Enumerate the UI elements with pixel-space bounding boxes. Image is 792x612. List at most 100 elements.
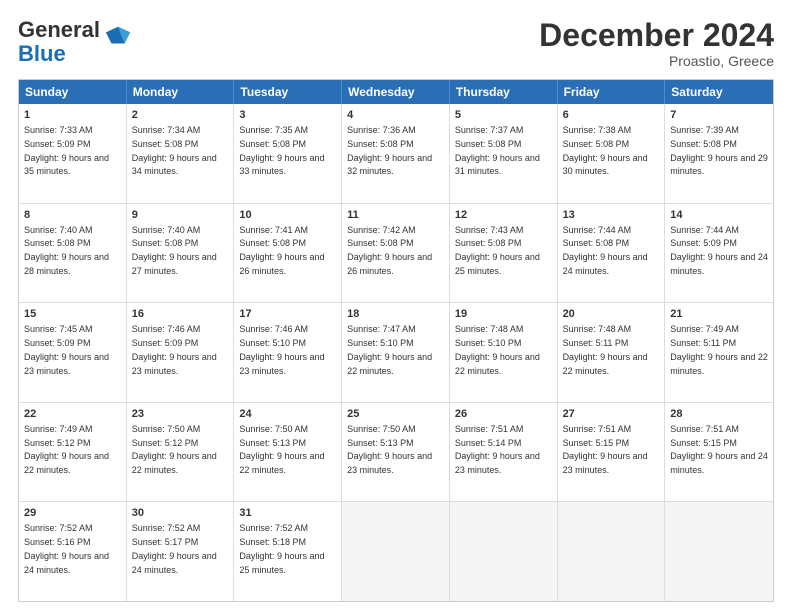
day-info: Sunrise: 7:51 AMSunset: 5:15 PMDaylight:…: [563, 424, 648, 475]
day-number: 21: [670, 307, 768, 322]
day-number: 6: [563, 108, 660, 123]
day-cell-10: 10 Sunrise: 7:41 AMSunset: 5:08 PMDayligh…: [234, 204, 342, 303]
day-cell-5: 5 Sunrise: 7:37 AMSunset: 5:08 PMDaylight…: [450, 104, 558, 203]
day-cell-21: 21 Sunrise: 7:49 AMSunset: 5:11 PMDayligh…: [665, 303, 773, 402]
day-info: Sunrise: 7:40 AMSunset: 5:08 PMDaylight:…: [132, 225, 217, 276]
day-info: Sunrise: 7:48 AMSunset: 5:11 PMDaylight:…: [563, 324, 648, 375]
day-number: 15: [24, 307, 121, 322]
day-info: Sunrise: 7:48 AMSunset: 5:10 PMDaylight:…: [455, 324, 540, 375]
day-cell-6: 6 Sunrise: 7:38 AMSunset: 5:08 PMDaylight…: [558, 104, 666, 203]
day-info: Sunrise: 7:46 AMSunset: 5:10 PMDaylight:…: [239, 324, 324, 375]
day-cell-18: 18Sunrise: 7:47 AMSunset: 5:10 PMDayligh…: [342, 303, 450, 402]
day-cell-25: 25Sunrise: 7:50 AMSunset: 5:13 PMDayligh…: [342, 403, 450, 502]
day-cell-27: 27 Sunrise: 7:51 AMSunset: 5:15 PMDayligh…: [558, 403, 666, 502]
day-number: 14: [670, 208, 768, 223]
day-cell-11: 11Sunrise: 7:42 AMSunset: 5:08 PMDayligh…: [342, 204, 450, 303]
header-day-saturday: Saturday: [665, 80, 773, 104]
day-info: Sunrise: 7:46 AMSunset: 5:09 PMDaylight:…: [132, 324, 217, 375]
day-number: 20: [563, 307, 660, 322]
day-cell-8: 8 Sunrise: 7:40 AMSunset: 5:08 PMDaylight…: [19, 204, 127, 303]
day-cell-30: 30Sunrise: 7:52 AMSunset: 5:17 PMDayligh…: [127, 502, 235, 601]
day-cell-3: 3Sunrise: 7:35 AMSunset: 5:08 PMDaylight…: [234, 104, 342, 203]
day-info: Sunrise: 7:43 AMSunset: 5:08 PMDaylight:…: [455, 225, 540, 276]
day-cell-13: 13 Sunrise: 7:44 AMSunset: 5:08 PMDayligh…: [558, 204, 666, 303]
day-cell-22: 22 Sunrise: 7:49 AMSunset: 5:12 PMDayligh…: [19, 403, 127, 502]
header-day-thursday: Thursday: [450, 80, 558, 104]
day-info: Sunrise: 7:39 AMSunset: 5:08 PMDaylight:…: [670, 125, 768, 176]
day-cell-2: 2Sunrise: 7:34 AMSunset: 5:08 PMDaylight…: [127, 104, 235, 203]
empty-cell: [665, 502, 773, 601]
day-number: 9: [132, 208, 229, 223]
calendar-header: SundayMondayTuesdayWednesdayThursdayFrid…: [19, 80, 773, 104]
day-cell-1: 1Sunrise: 7:33 AMSunset: 5:09 PMDaylight…: [19, 104, 127, 203]
title-area: December 2024 Proastio, Greece: [539, 18, 774, 69]
day-number: 31: [239, 506, 336, 521]
day-info: Sunrise: 7:41 AMSunset: 5:08 PMDaylight:…: [239, 225, 324, 276]
day-cell-16: 16Sunrise: 7:46 AMSunset: 5:09 PMDayligh…: [127, 303, 235, 402]
day-info: Sunrise: 7:49 AMSunset: 5:11 PMDaylight:…: [670, 324, 768, 375]
day-cell-4: 4Sunrise: 7:36 AMSunset: 5:08 PMDaylight…: [342, 104, 450, 203]
day-number: 1: [24, 108, 121, 123]
day-info: Sunrise: 7:47 AMSunset: 5:10 PMDaylight:…: [347, 324, 432, 375]
day-cell-19: 19 Sunrise: 7:48 AMSunset: 5:10 PMDayligh…: [450, 303, 558, 402]
logo: GeneralBlue: [18, 18, 132, 66]
day-number: 24: [239, 407, 336, 422]
day-info: Sunrise: 7:45 AMSunset: 5:09 PMDaylight:…: [24, 324, 109, 375]
day-cell-17: 17Sunrise: 7:46 AMSunset: 5:10 PMDayligh…: [234, 303, 342, 402]
calendar-row-1: 1Sunrise: 7:33 AMSunset: 5:09 PMDaylight…: [19, 104, 773, 204]
day-number: 4: [347, 108, 444, 123]
empty-cell: [342, 502, 450, 601]
day-info: Sunrise: 7:50 AMSunset: 5:13 PMDaylight:…: [239, 424, 324, 475]
day-number: 25: [347, 407, 444, 422]
day-number: 12: [455, 208, 552, 223]
calendar-row-3: 15 Sunrise: 7:45 AMSunset: 5:09 PMDayligh…: [19, 303, 773, 403]
day-cell-26: 26 Sunrise: 7:51 AMSunset: 5:14 PMDayligh…: [450, 403, 558, 502]
day-cell-31: 31 Sunrise: 7:52 AMSunset: 5:18 PMDayligh…: [234, 502, 342, 601]
calendar-row-2: 8 Sunrise: 7:40 AMSunset: 5:08 PMDaylight…: [19, 204, 773, 304]
day-number: 13: [563, 208, 660, 223]
day-number: 27: [563, 407, 660, 422]
day-number: 22: [24, 407, 121, 422]
empty-cell: [558, 502, 666, 601]
month-title: December 2024: [539, 18, 774, 53]
header-day-wednesday: Wednesday: [342, 80, 450, 104]
day-number: 19: [455, 307, 552, 322]
day-info: Sunrise: 7:52 AMSunset: 5:17 PMDaylight:…: [132, 523, 217, 574]
day-info: Sunrise: 7:40 AMSunset: 5:08 PMDaylight:…: [24, 225, 109, 276]
calendar-row-4: 22 Sunrise: 7:49 AMSunset: 5:12 PMDayligh…: [19, 403, 773, 503]
location: Proastio, Greece: [539, 53, 774, 69]
day-info: Sunrise: 7:38 AMSunset: 5:08 PMDaylight:…: [563, 125, 648, 176]
header-day-sunday: Sunday: [19, 80, 127, 104]
day-info: Sunrise: 7:44 AMSunset: 5:08 PMDaylight:…: [563, 225, 648, 276]
day-cell-12: 12 Sunrise: 7:43 AMSunset: 5:08 PMDayligh…: [450, 204, 558, 303]
header: GeneralBlue December 2024 Proastio, Gree…: [18, 18, 774, 69]
day-number: 5: [455, 108, 552, 123]
day-cell-15: 15 Sunrise: 7:45 AMSunset: 5:09 PMDayligh…: [19, 303, 127, 402]
day-info: Sunrise: 7:37 AMSunset: 5:08 PMDaylight:…: [455, 125, 540, 176]
day-cell-24: 24 Sunrise: 7:50 AMSunset: 5:13 PMDayligh…: [234, 403, 342, 502]
day-info: Sunrise: 7:52 AMSunset: 5:18 PMDaylight:…: [239, 523, 324, 574]
day-number: 29: [24, 506, 121, 521]
day-info: Sunrise: 7:51 AMSunset: 5:15 PMDaylight:…: [670, 424, 768, 475]
empty-cell: [450, 502, 558, 601]
header-day-tuesday: Tuesday: [234, 80, 342, 104]
day-cell-14: 14 Sunrise: 7:44 AMSunset: 5:09 PMDayligh…: [665, 204, 773, 303]
page: GeneralBlue December 2024 Proastio, Gree…: [0, 0, 792, 612]
day-cell-29: 29Sunrise: 7:52 AMSunset: 5:16 PMDayligh…: [19, 502, 127, 601]
day-cell-7: 7 Sunrise: 7:39 AMSunset: 5:08 PMDaylight…: [665, 104, 773, 203]
day-info: Sunrise: 7:44 AMSunset: 5:09 PMDaylight:…: [670, 225, 768, 276]
day-info: Sunrise: 7:51 AMSunset: 5:14 PMDaylight:…: [455, 424, 540, 475]
day-cell-28: 28Sunrise: 7:51 AMSunset: 5:15 PMDayligh…: [665, 403, 773, 502]
day-number: 23: [132, 407, 229, 422]
day-number: 8: [24, 208, 121, 223]
day-info: Sunrise: 7:49 AMSunset: 5:12 PMDaylight:…: [24, 424, 109, 475]
day-cell-20: 20 Sunrise: 7:48 AMSunset: 5:11 PMDayligh…: [558, 303, 666, 402]
header-day-monday: Monday: [127, 80, 235, 104]
day-number: 7: [670, 108, 768, 123]
day-number: 26: [455, 407, 552, 422]
day-info: Sunrise: 7:35 AMSunset: 5:08 PMDaylight:…: [239, 125, 324, 176]
day-cell-9: 9 Sunrise: 7:40 AMSunset: 5:08 PMDaylight…: [127, 204, 235, 303]
day-info: Sunrise: 7:42 AMSunset: 5:08 PMDaylight:…: [347, 225, 432, 276]
day-info: Sunrise: 7:34 AMSunset: 5:08 PMDaylight:…: [132, 125, 217, 176]
day-number: 10: [239, 208, 336, 223]
